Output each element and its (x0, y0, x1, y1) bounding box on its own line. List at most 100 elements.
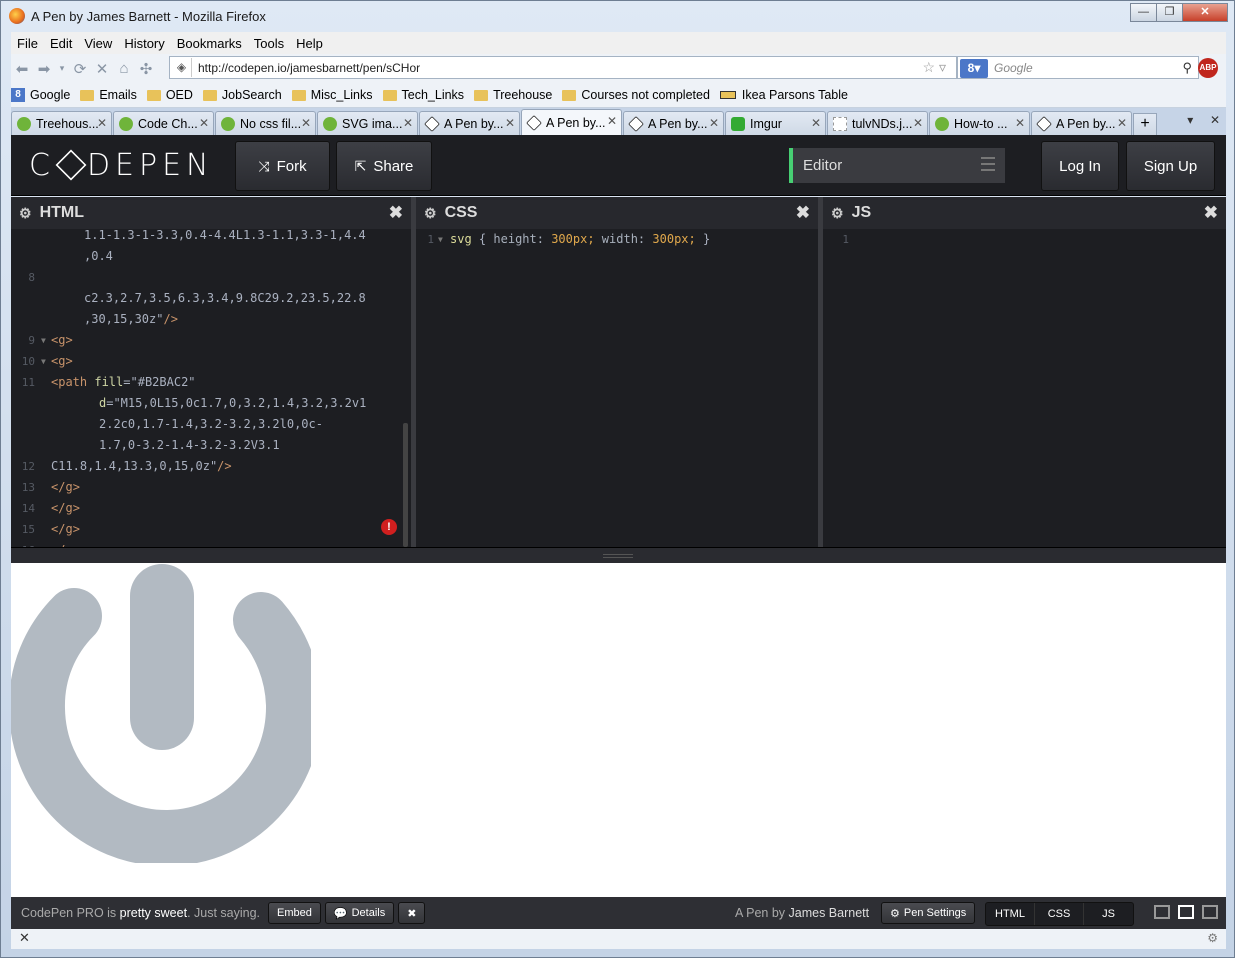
site-identity-icon[interactable]: ◈ (172, 58, 192, 77)
bookmark-courses[interactable]: Courses not completed (562, 88, 710, 102)
tab-image-file[interactable]: tulvNDs.j... ✕ (827, 111, 928, 135)
fold-icon[interactable]: ▼ (438, 229, 443, 250)
close-footer-button[interactable]: ✖ (398, 902, 426, 924)
power-bar (130, 564, 194, 750)
status-gear-icon[interactable]: ⚙ (1207, 931, 1218, 945)
bookmark-treehouse[interactable]: Treehouse (474, 88, 552, 102)
gear-icon[interactable]: ⚙ (831, 205, 844, 222)
menu-bookmarks[interactable]: Bookmarks (171, 36, 248, 51)
signup-button[interactable]: Sign Up (1126, 141, 1215, 191)
bookmark-ikea[interactable]: Ikea Parsons Table (719, 88, 848, 102)
back-icon[interactable]: ⬅ (11, 60, 33, 78)
close-icon[interactable]: ✖ (1204, 203, 1218, 223)
bookmark-jobsearch[interactable]: JobSearch (202, 88, 282, 102)
imgur-icon (731, 116, 745, 131)
tab-close-icon[interactable]: ✕ (403, 116, 413, 130)
tab-treehouse[interactable]: Treehous... ✕ (11, 111, 112, 135)
tab-pen-4[interactable]: A Pen by... ✕ (1031, 111, 1132, 135)
new-tab-button[interactable]: + (1133, 113, 1157, 135)
layout-left-icon[interactable] (1154, 905, 1170, 919)
tab-imgur[interactable]: Imgur ✕ (725, 111, 826, 135)
url-bar[interactable]: ◈ http://codepen.io/jamesbarnett/pen/sCH… (169, 56, 957, 79)
tab-svg-images[interactable]: SVG ima... ✕ (317, 111, 418, 135)
addon-icon[interactable]: ✣ (135, 60, 157, 78)
layout-top-icon[interactable] (1178, 905, 1194, 919)
share-button[interactable]: ⇱ Share (336, 141, 432, 191)
tab-close-icon[interactable]: ✕ (607, 114, 617, 128)
menu-help[interactable]: Help (290, 36, 329, 51)
search-bar[interactable]: 8▾ Google ⚲ (957, 56, 1199, 79)
reload-icon[interactable]: ⟳ (69, 60, 91, 78)
tab-pen-1[interactable]: A Pen by... ✕ (419, 111, 520, 135)
tab-close-icon[interactable]: ✕ (1015, 116, 1025, 130)
resize-grip-icon[interactable] (603, 554, 633, 558)
tab-no-css[interactable]: No css fil... ✕ (215, 111, 316, 135)
maximize-button[interactable]: ❐ (1156, 3, 1183, 22)
gear-icon: ⚙ (890, 907, 900, 920)
share-icon: ⇱ (354, 157, 367, 174)
stop-icon[interactable]: ✕ (91, 60, 113, 78)
menu-history[interactable]: History (118, 36, 170, 51)
close-window-button[interactable]: ✕ (1182, 3, 1228, 22)
tab-pen-active[interactable]: A Pen by... ✕ (521, 109, 622, 135)
login-button[interactable]: Log In (1041, 141, 1119, 191)
gear-icon[interactable]: ⚙ (424, 205, 437, 222)
author-name[interactable]: James Barnett (789, 906, 870, 920)
gear-icon[interactable]: ⚙ (19, 205, 32, 222)
html-scrollbar[interactable] (403, 423, 408, 547)
search-engine-icon[interactable]: 8▾ (960, 58, 988, 78)
line-number: 1 (427, 233, 434, 246)
pen-settings-button[interactable]: ⚙ Pen Settings (881, 902, 976, 924)
bookmark-emails[interactable]: Emails (80, 88, 137, 102)
editor-view-select[interactable]: Editor (789, 148, 1005, 183)
bookmark-misc-links[interactable]: Misc_Links (291, 88, 373, 102)
tab-close-icon[interactable]: ✕ (913, 116, 923, 130)
view-js-button[interactable]: JS (1084, 903, 1133, 925)
menu-view[interactable]: View (78, 36, 118, 51)
minimize-button[interactable]: — (1130, 3, 1157, 22)
forward-icon[interactable]: ➡ (33, 60, 55, 78)
css-brace: } (702, 232, 711, 246)
bookmark-oed[interactable]: OED (146, 88, 193, 102)
menu-tools[interactable]: Tools (248, 36, 290, 51)
tab-close-icon[interactable]: ✕ (811, 116, 821, 130)
bookmark-star-icon[interactable]: ☆ ▿ (923, 59, 946, 76)
pro-promo[interactable]: CodePen PRO is pretty sweet. Just saying… (21, 906, 260, 920)
tab-close-icon[interactable]: ✕ (199, 116, 209, 130)
tab-close-icon[interactable]: ✕ (1117, 116, 1127, 130)
fold-icon[interactable]: ▼ (41, 330, 46, 351)
fork-button[interactable]: ⤨ Fork (235, 141, 330, 191)
close-icon[interactable]: ✖ (796, 203, 810, 223)
close-addon-bar-icon[interactable]: ✕ (19, 930, 30, 946)
tab-close-icon[interactable]: ✕ (505, 116, 515, 130)
home-icon[interactable]: ⌂ (113, 60, 135, 77)
tab-close-icon[interactable]: ✕ (709, 116, 719, 130)
codepen-icon (628, 115, 644, 132)
details-button[interactable]: 💬 Details (324, 902, 395, 924)
menu-edit[interactable]: Edit (44, 36, 78, 51)
preview-resize-bar[interactable] (11, 547, 1226, 563)
fold-icon[interactable]: ▼ (41, 351, 46, 372)
tab-pen-3[interactable]: A Pen by... ✕ (623, 111, 724, 135)
history-dropdown-icon[interactable]: ▾ (55, 63, 69, 74)
tab-how-to[interactable]: How-to ... ✕ (929, 111, 1030, 135)
search-icon[interactable]: ⚲ (1182, 60, 1192, 76)
bookmark-google[interactable]: 8 Google (11, 88, 70, 102)
tab-code-challenge[interactable]: Code Ch... ✕ (113, 111, 214, 135)
bookmark-tech-links[interactable]: Tech_Links (382, 88, 464, 102)
embed-button[interactable]: Embed (268, 902, 321, 924)
url-text[interactable]: http://codepen.io/jamesbarnett/pen/sCHor (198, 61, 420, 75)
view-css-button[interactable]: CSS (1035, 903, 1084, 925)
close-icon[interactable]: ✖ (389, 203, 403, 223)
codepen-logo[interactable]: C DEPEN (29, 148, 214, 183)
tab-list-controls[interactable]: ▾ ✕ (1187, 113, 1220, 127)
menu-file[interactable]: File (11, 36, 44, 51)
tab-close-icon[interactable]: ✕ (97, 116, 107, 130)
view-html-button[interactable]: HTML (986, 903, 1035, 925)
css-pane-header: ⚙ CSS ✖ (416, 197, 818, 229)
adblock-icon[interactable]: ABP (1198, 58, 1218, 78)
css-brace: { (478, 232, 487, 246)
tab-close-icon[interactable]: ✕ (301, 116, 311, 130)
error-icon[interactable]: ! (381, 519, 397, 535)
layout-right-icon[interactable] (1202, 905, 1218, 919)
